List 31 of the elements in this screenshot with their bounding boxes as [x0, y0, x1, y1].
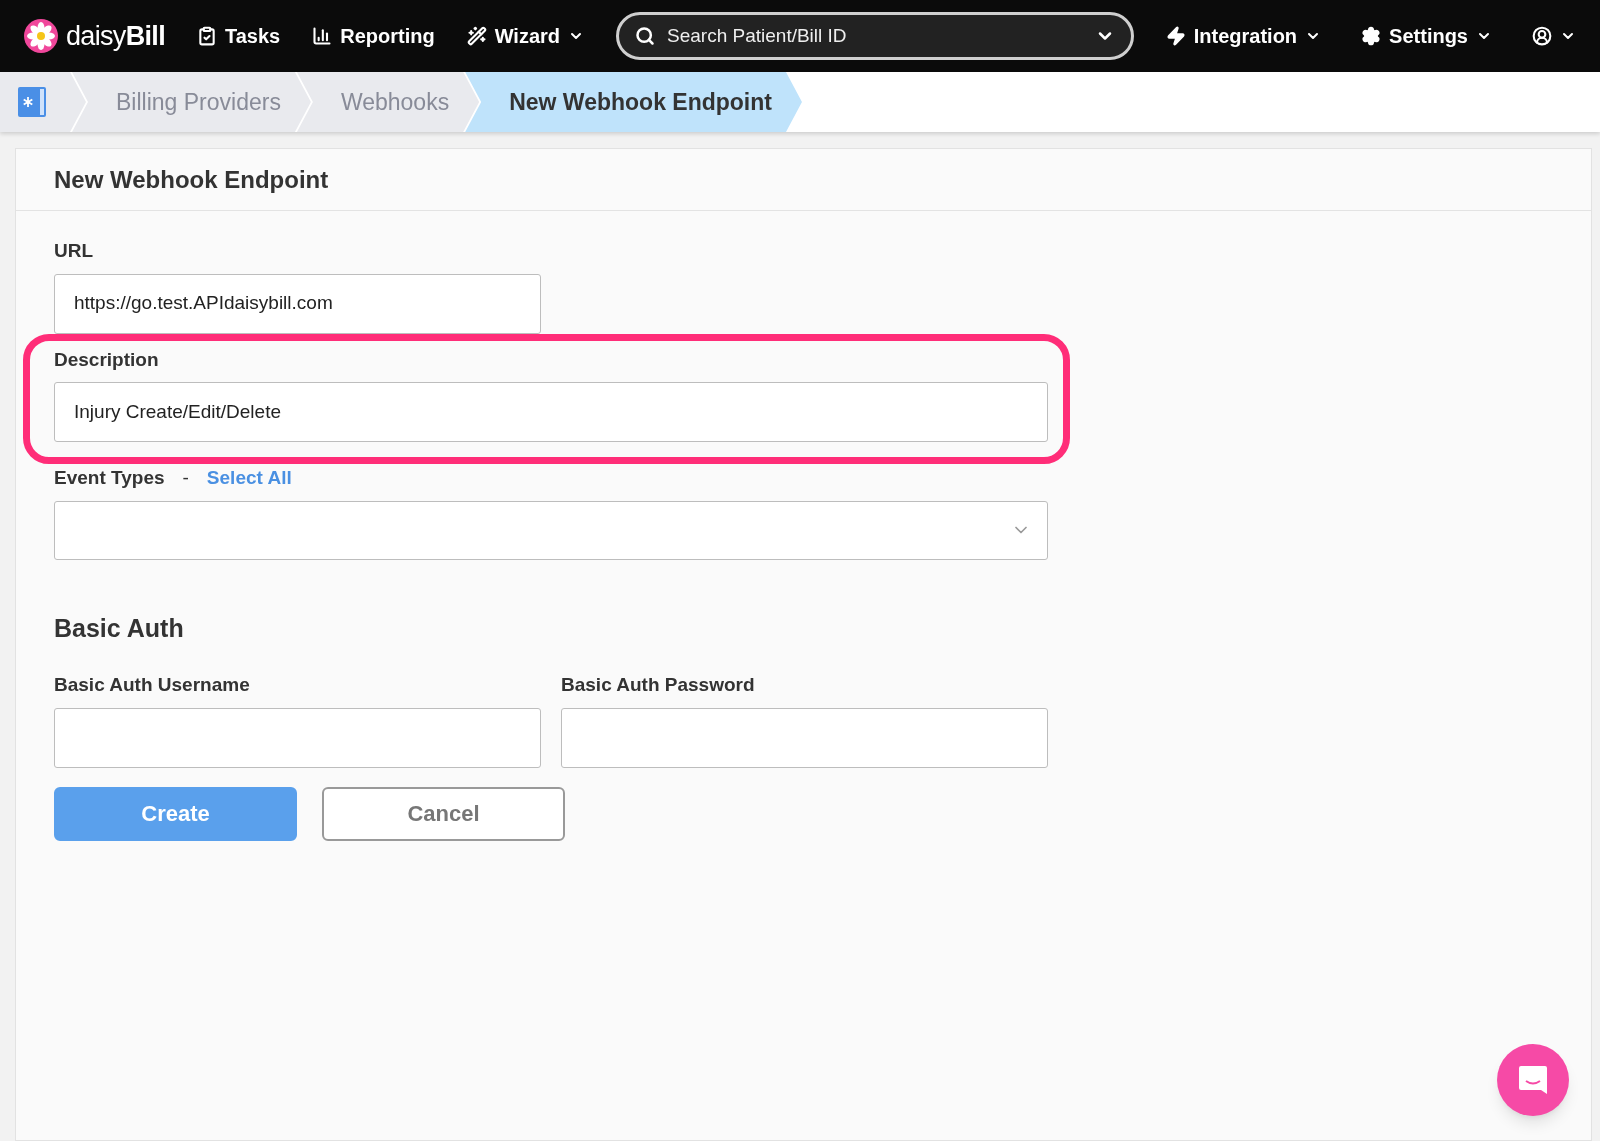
- field-label: URL: [54, 239, 95, 263]
- nav-link[interactable]: Settings: [1389, 21, 1468, 51]
- search-field[interactable]: Search Patient/Bill ID: [616, 12, 1134, 60]
- provider-card-icon[interactable]: [18, 87, 46, 117]
- separator-dash: -: [182, 466, 189, 490]
- lightning-bolt-icon: [1165, 26, 1186, 46]
- brand-name[interactable]: daisyBill: [66, 15, 165, 57]
- bar-chart-icon: [312, 26, 333, 46]
- nav-link[interactable]: Integration: [1193, 21, 1298, 51]
- chat-button[interactable]: [1497, 1044, 1569, 1116]
- search-icon: [635, 26, 656, 46]
- chat-bubble-icon: [1517, 1064, 1549, 1096]
- user-circle-icon: [1532, 26, 1552, 46]
- nav-link[interactable]: Tasks: [224, 21, 281, 51]
- section-heading: Basic Auth: [54, 612, 185, 644]
- field-label: Basic Auth Password: [561, 673, 756, 697]
- nav-link[interactable]: Reporting: [340, 21, 435, 51]
- field-label: Basic Auth Username: [54, 673, 251, 697]
- text-field[interactable]: [561, 707, 1048, 768]
- text-field[interactable]: [54, 707, 541, 768]
- cancel-button[interactable]: Cancel: [322, 786, 565, 841]
- magic-wand-icon: [466, 26, 487, 46]
- card-title: New Webhook Endpoint: [54, 164, 329, 195]
- daisy-logo-icon: [24, 19, 58, 53]
- field-label: Description: [54, 347, 160, 372]
- field-label: Event Types: [54, 466, 165, 490]
- text-field[interactable]: Injury Create/Edit/Delete: [54, 382, 1048, 442]
- nav-link[interactable]: Wizard: [494, 21, 561, 51]
- breadcrumb-link[interactable]: New Webhook Endpoint: [465, 72, 802, 132]
- clipboard-check-icon: [196, 26, 217, 46]
- text-field[interactable]: https://go.test.APIdaisybill.com: [54, 273, 541, 334]
